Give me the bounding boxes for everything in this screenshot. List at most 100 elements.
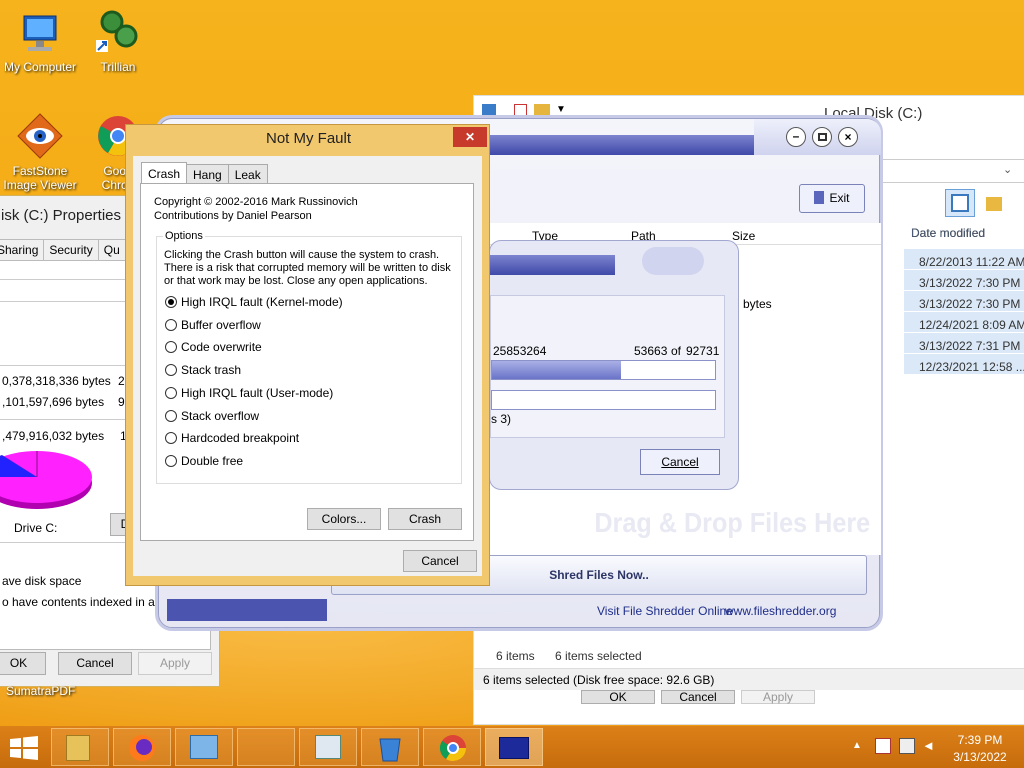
dialog-client: Crash Hang Leak Copyright © 2002-2016 Ma… [133,156,482,576]
task-manager-icon [315,735,341,759]
close-button[interactable]: × [838,127,858,147]
options-group: Options Clicking the Crash button will c… [156,230,462,484]
option-code-overwrite[interactable]: Code overwrite [165,340,262,354]
status-bar: 6 items selected (Disk free space: 92.6 … [474,668,1024,690]
props-apply-button[interactable]: Apply [138,652,212,675]
network-icon[interactable] [899,738,915,754]
clock-date[interactable]: 3/13/2022 [945,750,1015,764]
list-item[interactable]: 3/13/2022 7:31 PM [904,332,1024,353]
layout-icon [951,194,969,212]
list-item[interactable]: 8/22/2013 11:22 AM [904,248,1024,269]
maximize-button[interactable] [812,127,832,147]
item-count: 6 items [496,649,535,663]
progress-bar-pass [491,390,716,410]
computer-icon [16,8,64,56]
volume-icon[interactable]: ◄ [922,738,938,754]
chevron-down-icon[interactable]: ⌄ [1003,163,1012,176]
taskbar-empty[interactable] [237,728,295,766]
radio [165,455,177,467]
chrome-icon [439,735,467,762]
minimize-button[interactable]: – [786,127,806,147]
used-space-value: 0,378,318,336 bytes [2,374,111,388]
taskbar-chrome[interactable] [423,728,481,766]
column-size[interactable]: Size [732,229,755,243]
dialog-title: Not My Fault [265,130,352,147]
desktop-icon-my-computer[interactable]: My Computer [0,8,80,74]
taskbar-explorer[interactable] [51,728,109,766]
taskbar-control-panel[interactable] [175,728,233,766]
option-label: High IRQL fault (Kernel-mode) [181,295,343,309]
taskbar-notmyfault[interactable] [485,728,543,766]
compress-option[interactable]: ave disk space [2,574,81,588]
option-buffer-overflow[interactable]: Buffer overflow [165,318,261,332]
action-center-icon[interactable] [875,738,891,754]
control-panel-icon [190,735,218,759]
list-item[interactable]: 12/24/2021 8:09 AM [904,311,1024,332]
option-stack-overflow[interactable]: Stack overflow [165,409,259,423]
tab-security[interactable]: Security [43,239,99,261]
option-hardcoded-breakpoint[interactable]: Hardcoded breakpoint [165,431,299,445]
option-high-irql-kernel[interactable]: High IRQL fault (Kernel-mode) [165,295,343,309]
start-button[interactable] [10,736,38,760]
drive-label: Drive C: [14,521,58,535]
exit-button[interactable]: Exit [799,184,865,213]
crash-button[interactable]: Crash [388,508,462,530]
index-option[interactable]: o have contents indexed in addit [2,595,174,609]
warning-text: Clicking the Crash button will cause the… [164,249,451,287]
option-label: Stack trash [181,363,242,377]
desktop-icon-label-sumatra[interactable]: SumatraPDF [6,684,75,698]
colors-button[interactable]: Colors... [307,508,381,530]
radio-selected [165,296,177,308]
list-item[interactable]: 3/13/2022 7:30 PM [904,290,1024,311]
properties-title: isk (C:) Properties [1,207,122,224]
clock-time[interactable]: 7:39 PM [945,733,1015,747]
progress-pass-label: s 3) [491,412,512,426]
progress-caption-buttons [642,247,704,275]
not-my-fault-dialog: Not My Fault ✕ Crash Hang Leak Copyright… [125,124,490,586]
explorer-apply-button[interactable]: Apply [741,690,815,704]
website-link[interactable]: www.fileshredder.org [725,604,836,618]
taskbar-firefox[interactable] [113,728,171,766]
list-item[interactable]: 12/23/2021 12:58 ... [904,353,1024,374]
visit-link[interactable]: Visit File Shredder Online [597,604,733,618]
option-label: Buffer overflow [181,318,261,332]
tab-quota[interactable]: Qu [97,239,126,261]
desktop-icon-trillian[interactable]: Trillian [78,8,158,74]
radio [165,432,177,444]
tab-sharing[interactable]: Sharing [0,239,45,261]
progress-cancel-button[interactable]: Cancel [640,449,720,475]
show-hidden-icons[interactable]: ▲ [852,740,862,751]
properties-icon[interactable] [514,104,527,119]
notmyfault-icon [499,737,529,759]
address-bar-tail[interactable]: ⌄ [874,159,1024,183]
option-label: Code overwrite [181,340,262,354]
taskbar: ▲ ◄ 7:39 PM 3/13/2022 [0,726,1024,768]
shred-progress-dialog: 25853264 53663 of 92731 s 3) Cancel [489,240,739,490]
status-text: 6 items selected (Disk free space: 92.6 … [483,673,715,687]
taskbar-task-manager[interactable] [299,728,357,766]
desktop-icon-label: My Computer [3,60,77,74]
dialog-cancel-button[interactable]: Cancel [403,550,477,572]
progress-panel: 25853264 53663 of 92731 s 3) [490,295,725,438]
explorer-ok-button[interactable]: OK [581,690,655,704]
radio [165,410,177,422]
trillian-icon [94,8,142,56]
dialog-close-button[interactable]: ✕ [453,127,487,147]
explorer-cancel-button[interactable]: Cancel [661,690,735,704]
folder-options-icon[interactable] [986,191,1006,213]
preview-pane-button[interactable] [945,189,975,217]
folder-icon[interactable] [534,104,550,118]
shredder-footer-band [167,599,327,621]
copyright-text: Copyright © 2002-2016 Mark Russinovich [154,196,358,208]
option-high-irql-user[interactable]: High IRQL fault (User-mode) [165,386,333,400]
option-stack-trash[interactable]: Stack trash [165,363,241,377]
props-cancel-button[interactable]: Cancel [58,652,132,675]
list-item[interactable]: 3/13/2022 7:30 PM [904,269,1024,290]
option-double-free[interactable]: Double free [165,454,243,468]
props-ok-button[interactable]: OK [0,652,46,675]
desktop-icon-faststone[interactable]: FastStone Image Viewer [0,112,80,192]
file-date-list: 8/22/2013 11:22 AM 3/13/2022 7:30 PM 3/1… [904,248,1024,374]
taskbar-shredder[interactable] [361,728,419,766]
chevron-down-icon[interactable]: ▼ [556,104,566,115]
maximize-icon [818,133,827,141]
